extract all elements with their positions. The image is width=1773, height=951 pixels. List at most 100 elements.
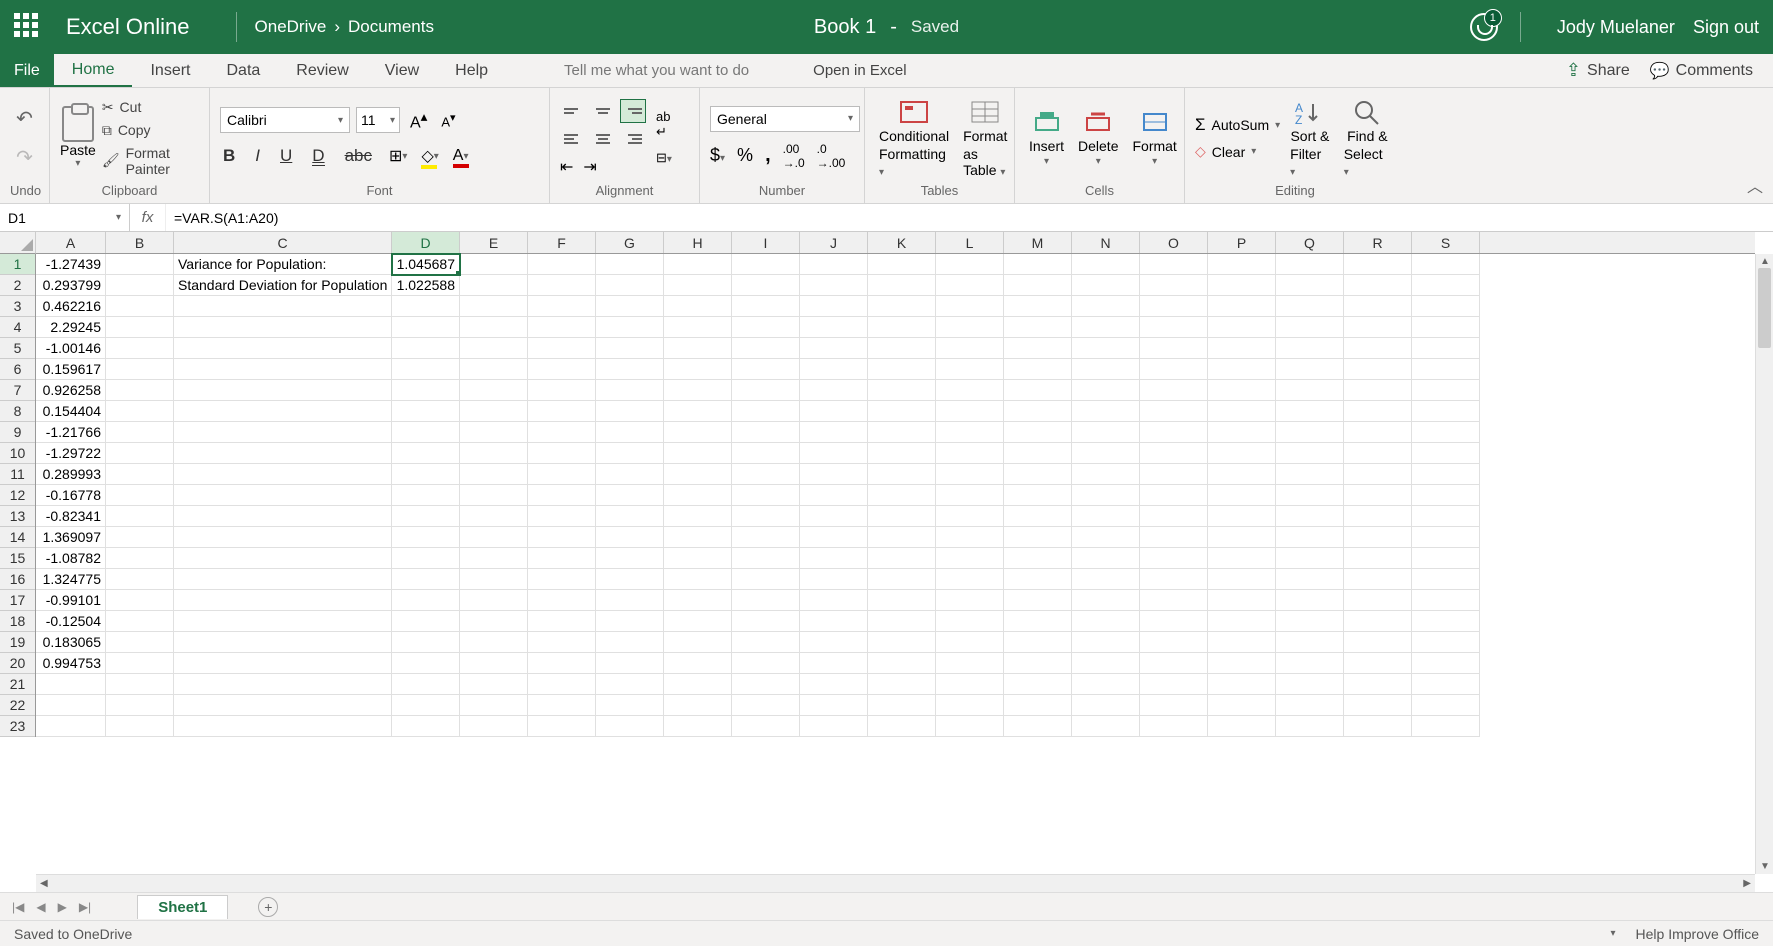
- cell-R3[interactable]: [1344, 296, 1412, 317]
- cell-S2[interactable]: [1412, 275, 1480, 296]
- cell-N13[interactable]: [1072, 506, 1140, 527]
- cell-R8[interactable]: [1344, 401, 1412, 422]
- cell-B3[interactable]: [106, 296, 174, 317]
- cell-E3[interactable]: [460, 296, 528, 317]
- cell-J14[interactable]: [800, 527, 868, 548]
- cell-A19[interactable]: 0.183065: [36, 632, 106, 653]
- cell-M6[interactable]: [1004, 359, 1072, 380]
- cell-F6[interactable]: [528, 359, 596, 380]
- cell-L1[interactable]: [936, 254, 1004, 275]
- cell-A16[interactable]: 1.324775: [36, 569, 106, 590]
- cell-H13[interactable]: [664, 506, 732, 527]
- cell-F19[interactable]: [528, 632, 596, 653]
- cell-O10[interactable]: [1140, 443, 1208, 464]
- cell-H9[interactable]: [664, 422, 732, 443]
- cell-N15[interactable]: [1072, 548, 1140, 569]
- cell-Q3[interactable]: [1276, 296, 1344, 317]
- cell-M18[interactable]: [1004, 611, 1072, 632]
- cell-I16[interactable]: [732, 569, 800, 590]
- cell-I19[interactable]: [732, 632, 800, 653]
- cell-P3[interactable]: [1208, 296, 1276, 317]
- cell-P18[interactable]: [1208, 611, 1276, 632]
- bold-button[interactable]: B: [220, 144, 238, 168]
- cell-R6[interactable]: [1344, 359, 1412, 380]
- cell-N19[interactable]: [1072, 632, 1140, 653]
- cell-S13[interactable]: [1412, 506, 1480, 527]
- cell-G18[interactable]: [596, 611, 664, 632]
- cell-G14[interactable]: [596, 527, 664, 548]
- cell-A11[interactable]: 0.289993: [36, 464, 106, 485]
- cell-B1[interactable]: [106, 254, 174, 275]
- cell-C2[interactable]: Standard Deviation for Population: [174, 275, 392, 296]
- sheet-nav-prev[interactable]: ◀: [30, 900, 51, 914]
- column-header-L[interactable]: L: [936, 232, 1004, 253]
- cell-F14[interactable]: [528, 527, 596, 548]
- cell-F23[interactable]: [528, 716, 596, 737]
- cell-O21[interactable]: [1140, 674, 1208, 695]
- tab-file[interactable]: File: [0, 54, 54, 87]
- cell-M7[interactable]: [1004, 380, 1072, 401]
- cell-K18[interactable]: [868, 611, 936, 632]
- cell-P21[interactable]: [1208, 674, 1276, 695]
- cell-L16[interactable]: [936, 569, 1004, 590]
- cell-F22[interactable]: [528, 695, 596, 716]
- breadcrumb-documents[interactable]: Documents: [348, 17, 434, 37]
- cell-M9[interactable]: [1004, 422, 1072, 443]
- cell-S5[interactable]: [1412, 338, 1480, 359]
- cell-O20[interactable]: [1140, 653, 1208, 674]
- cell-A10[interactable]: -1.29722: [36, 443, 106, 464]
- cell-I20[interactable]: [732, 653, 800, 674]
- cell-J12[interactable]: [800, 485, 868, 506]
- cell-J1[interactable]: [800, 254, 868, 275]
- cell-D21[interactable]: [392, 674, 460, 695]
- cell-B12[interactable]: [106, 485, 174, 506]
- cell-F17[interactable]: [528, 590, 596, 611]
- cell-F21[interactable]: [528, 674, 596, 695]
- cell-Q6[interactable]: [1276, 359, 1344, 380]
- cell-D18[interactable]: [392, 611, 460, 632]
- cell-S17[interactable]: [1412, 590, 1480, 611]
- cell-O8[interactable]: [1140, 401, 1208, 422]
- row-header-16[interactable]: 16: [0, 569, 35, 590]
- cell-S14[interactable]: [1412, 527, 1480, 548]
- cell-M4[interactable]: [1004, 317, 1072, 338]
- cell-G10[interactable]: [596, 443, 664, 464]
- cell-M3[interactable]: [1004, 296, 1072, 317]
- cell-F7[interactable]: [528, 380, 596, 401]
- help-improve-link[interactable]: Help Improve Office: [1636, 926, 1759, 942]
- breadcrumb-onedrive[interactable]: OneDrive: [255, 17, 327, 37]
- cell-O18[interactable]: [1140, 611, 1208, 632]
- cell-R9[interactable]: [1344, 422, 1412, 443]
- share-button[interactable]: ⇪ Share: [1566, 60, 1630, 81]
- cell-R11[interactable]: [1344, 464, 1412, 485]
- cell-J3[interactable]: [800, 296, 868, 317]
- cell-P9[interactable]: [1208, 422, 1276, 443]
- cell-E6[interactable]: [460, 359, 528, 380]
- column-header-S[interactable]: S: [1412, 232, 1480, 253]
- cell-Q4[interactable]: [1276, 317, 1344, 338]
- cell-E4[interactable]: [460, 317, 528, 338]
- cell-K11[interactable]: [868, 464, 936, 485]
- cell-O1[interactable]: [1140, 254, 1208, 275]
- cell-N22[interactable]: [1072, 695, 1140, 716]
- cell-M21[interactable]: [1004, 674, 1072, 695]
- cell-F15[interactable]: [528, 548, 596, 569]
- cell-K9[interactable]: [868, 422, 936, 443]
- cell-Q17[interactable]: [1276, 590, 1344, 611]
- column-header-B[interactable]: B: [106, 232, 174, 253]
- cell-C20[interactable]: [174, 653, 392, 674]
- cell-H22[interactable]: [664, 695, 732, 716]
- cell-Q7[interactable]: [1276, 380, 1344, 401]
- cell-A23[interactable]: [36, 716, 106, 737]
- cell-P4[interactable]: [1208, 317, 1276, 338]
- cell-Q19[interactable]: [1276, 632, 1344, 653]
- cell-L15[interactable]: [936, 548, 1004, 569]
- cell-H20[interactable]: [664, 653, 732, 674]
- sign-out-link[interactable]: Sign out: [1693, 17, 1759, 38]
- cell-D1[interactable]: 1.045687: [392, 254, 460, 275]
- column-header-O[interactable]: O: [1140, 232, 1208, 253]
- tab-review[interactable]: Review: [278, 54, 366, 87]
- cell-R2[interactable]: [1344, 275, 1412, 296]
- cell-N7[interactable]: [1072, 380, 1140, 401]
- column-header-D[interactable]: D: [392, 232, 460, 253]
